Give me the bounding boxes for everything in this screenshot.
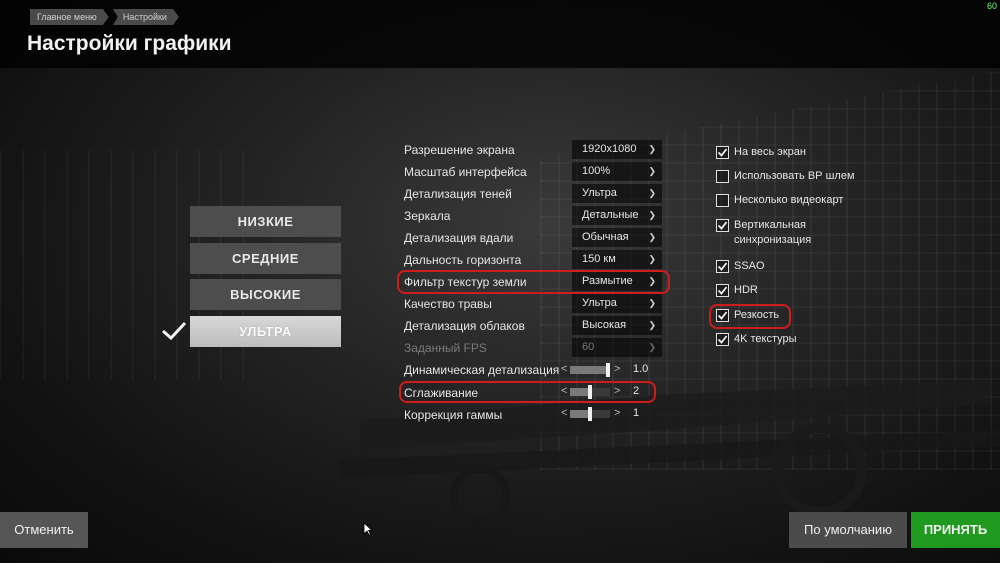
chevron-down-icon: ❯ — [648, 254, 656, 264]
slider-left-arrow-icon[interactable]: < — [561, 407, 567, 419]
4k-textures-checkbox[interactable] — [716, 333, 729, 346]
shadow-detail-label: Детализация теней — [404, 187, 512, 201]
vr-headset-checkbox[interactable] — [716, 170, 729, 183]
shadow-detail-dropdown[interactable]: Ультра ❯ — [572, 184, 662, 203]
chevron-down-icon: ❯ — [648, 188, 656, 198]
checkmark-icon — [717, 148, 728, 157]
target-fps-value: 60 — [582, 341, 595, 353]
fps-counter: 60 — [986, 1, 997, 11]
chevron-down-icon: ❯ — [648, 232, 656, 242]
chevron-down-icon: ❯ — [648, 342, 656, 352]
dynamic-detail-label: Динамическая детализация — [404, 363, 560, 377]
resolution-label: Разрешение экрана — [404, 143, 515, 157]
preset-ultra-button[interactable]: УЛЬТРА — [190, 316, 341, 347]
breadcrumb: Главное меню Настройки — [30, 9, 179, 25]
accept-button[interactable]: ПРИНЯТЬ — [911, 512, 1000, 548]
slider-fill — [570, 366, 606, 374]
horizon-distance-label: Дальность горизонта — [404, 253, 522, 267]
slider-knob[interactable] — [606, 363, 610, 377]
slider-knob[interactable] — [588, 407, 592, 421]
mirrors-label: Зеркала — [404, 209, 451, 223]
chevron-down-icon: ❯ — [648, 298, 656, 308]
highlight-ground-texture-filter — [397, 270, 670, 294]
ui-scale-dropdown[interactable]: 100% ❯ — [572, 162, 662, 181]
ui-scale-label: Масштаб интерфейса — [404, 165, 527, 179]
ssao-checkbox[interactable] — [716, 260, 729, 273]
resolution-value: 1920x1080 — [582, 143, 637, 155]
resolution-dropdown[interactable]: 1920x1080 ❯ — [572, 140, 662, 159]
cloud-detail-value: Высокая — [582, 319, 627, 331]
checkmark-icon — [717, 262, 728, 271]
dynamic-detail-slider[interactable] — [570, 363, 610, 377]
highlight-antialiasing — [399, 381, 656, 403]
multi-gpu-label: Несколько видеокарт — [734, 194, 844, 206]
preset-low-button[interactable]: НИЗКИЕ — [190, 206, 341, 237]
checkmark-icon — [717, 221, 728, 230]
dynamic-detail-value: 1.0 — [633, 363, 649, 375]
grass-quality-label: Качество травы — [404, 297, 492, 311]
hdr-checkbox[interactable] — [716, 284, 729, 297]
fullscreen-label: На весь экран — [734, 146, 806, 158]
chevron-down-icon: ❯ — [648, 144, 656, 154]
mirrors-dropdown[interactable]: Детальные ❯ — [572, 206, 662, 225]
target-fps-label: Заданный FPS — [404, 341, 487, 355]
vsync-label: Вертикальная синхронизация — [734, 219, 812, 246]
checkmark-icon — [717, 335, 728, 344]
grass-quality-value: Ультра — [582, 297, 617, 309]
gamma-correction-label: Коррекция гаммы — [404, 408, 503, 422]
cloud-detail-label: Детализация облаков — [404, 319, 525, 333]
chevron-down-icon: ❯ — [648, 320, 656, 330]
checkmark-icon — [717, 286, 728, 295]
grass-quality-dropdown[interactable]: Ультра ❯ — [572, 294, 662, 313]
cancel-button[interactable]: Отменить — [0, 512, 88, 548]
fullscreen-checkbox[interactable] — [716, 146, 729, 159]
mouse-cursor-icon — [363, 522, 373, 536]
chevron-down-icon: ❯ — [648, 166, 656, 176]
shadow-detail-value: Ультра — [582, 187, 617, 199]
distant-detail-dropdown[interactable]: Обычная ❯ — [572, 228, 662, 247]
cloud-detail-dropdown[interactable]: Высокая ❯ — [572, 316, 662, 335]
slider-left-arrow-icon[interactable]: < — [561, 363, 567, 375]
chevron-down-icon: ❯ — [648, 210, 656, 220]
multi-gpu-checkbox[interactable] — [716, 194, 729, 207]
slider-fill — [570, 410, 588, 418]
vsync-checkbox[interactable] — [716, 219, 729, 232]
gamma-correction-slider[interactable] — [570, 407, 610, 421]
slider-right-arrow-icon[interactable]: > — [614, 407, 620, 419]
breadcrumb-main-menu[interactable]: Главное меню — [30, 9, 109, 25]
target-fps-dropdown: 60 ❯ — [572, 338, 662, 357]
distant-detail-label: Детализация вдали — [404, 231, 514, 245]
reset-defaults-button[interactable]: По умолчанию — [789, 512, 907, 548]
ssao-label: SSAO — [734, 260, 765, 272]
checkmark-icon — [162, 321, 187, 341]
horizon-distance-value: 150 км — [582, 253, 616, 265]
ui-scale-value: 100% — [582, 165, 611, 177]
header-bar: Главное меню Настройки Настройки графики… — [0, 0, 1000, 68]
distant-detail-value: Обычная — [582, 231, 629, 243]
horizon-distance-dropdown[interactable]: 150 км ❯ — [572, 250, 662, 269]
hdr-label: HDR — [734, 284, 758, 296]
preset-medium-button[interactable]: СРЕДНИЕ — [190, 243, 341, 274]
vr-headset-label: Использовать ВР шлем — [734, 170, 855, 182]
breadcrumb-settings[interactable]: Настройки — [113, 9, 179, 25]
slider-right-arrow-icon[interactable]: > — [614, 363, 620, 375]
preset-high-button[interactable]: ВЫСОКИЕ — [190, 279, 341, 310]
highlight-sharpness — [709, 304, 791, 329]
4k-textures-label: 4K текстуры — [734, 333, 797, 345]
page-title: Настройки графики — [27, 32, 232, 55]
mirrors-value: Детальные — [582, 209, 639, 221]
gamma-correction-value: 1 — [633, 407, 640, 419]
